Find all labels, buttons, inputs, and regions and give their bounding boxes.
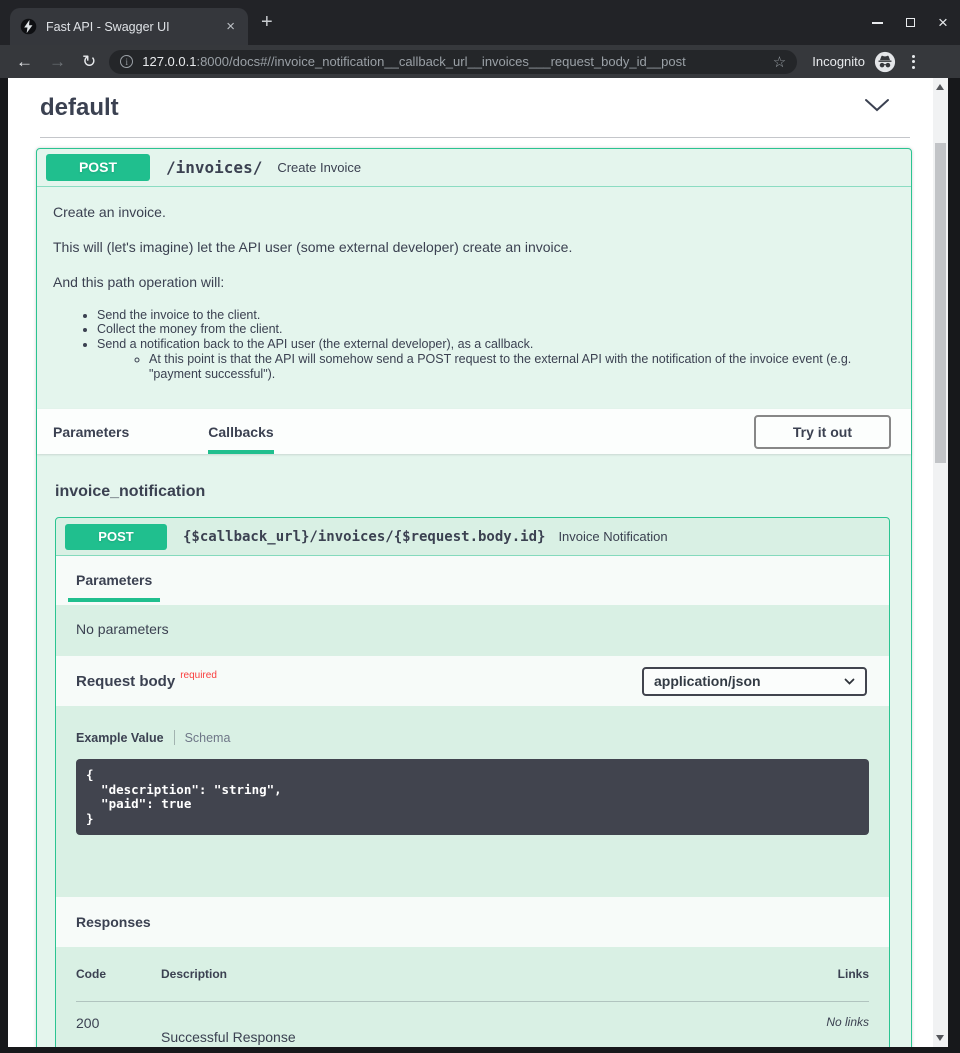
maximize-icon <box>906 18 915 27</box>
chevron-down-icon <box>844 678 855 685</box>
scrollbar[interactable] <box>933 78 948 1047</box>
minimize-icon <box>872 22 883 24</box>
forward-button[interactable]: → <box>49 53 66 70</box>
opblock-path: /invoices/ <box>166 158 262 177</box>
tab-example-value[interactable]: Example Value <box>76 731 164 745</box>
request-body-label: Request body <box>76 673 175 690</box>
menu-dots-button[interactable] <box>909 52 918 72</box>
scrollbar-thumb[interactable] <box>935 143 946 463</box>
response-code: 200 <box>76 1015 161 1045</box>
media-type-select[interactable]: application/json <box>642 667 867 696</box>
browser-window: Fast API - Swagger UI × + × ← → ↻ i 127.… <box>0 0 960 1053</box>
no-parameters-text: No parameters <box>56 605 889 656</box>
column-links: Links <box>779 967 869 981</box>
site-info-icon[interactable]: i <box>120 55 133 68</box>
description-list: Send the invoice to the client. Collect … <box>53 308 895 382</box>
tab-schema[interactable]: Schema <box>185 731 231 745</box>
required-label: required <box>180 670 217 681</box>
example-json: { "description": "string", "paid": true … <box>86 768 859 826</box>
tab-parameters[interactable]: Parameters <box>68 572 160 602</box>
callbacks-section: invoice_notification POST {$callback_url… <box>37 454 911 1047</box>
list-item: Send a notification back to the API user… <box>97 337 895 352</box>
responses-title: Responses <box>76 914 151 930</box>
list-item: Collect the money from the client. <box>97 322 895 337</box>
opblock-summary-text: Create Invoice <box>277 160 361 175</box>
url-path: :8000/docs#//invoice_notification__callb… <box>196 54 685 69</box>
response-description: Successful Response <box>161 1015 779 1045</box>
column-description: Description <box>161 967 779 981</box>
method-badge: POST <box>46 154 150 181</box>
url-host: 127.0.0.1 <box>142 54 196 69</box>
opblock-post-invoices: POST /invoices/ Create Invoice Create an… <box>36 148 912 1047</box>
bookmark-star-icon[interactable]: ☆ <box>773 53 786 71</box>
callback-summary-text: Invoice Notification <box>558 529 667 544</box>
section-title: default <box>40 94 864 122</box>
description-sublist: At this point is that the API will someh… <box>97 352 895 381</box>
maximize-button[interactable] <box>903 15 917 31</box>
incognito-label: Incognito <box>812 54 865 69</box>
fastapi-favicon-icon <box>20 18 37 35</box>
responses-table-head: Code Description Links <box>76 967 869 1002</box>
tab-close-icon[interactable]: × <box>223 19 238 34</box>
try-it-out-button[interactable]: Try it out <box>754 415 891 449</box>
tab-callbacks[interactable]: Callbacks <box>208 409 273 454</box>
media-type-value: application/json <box>654 673 761 689</box>
column-code: Code <box>76 967 161 981</box>
tab-divider <box>174 730 175 745</box>
callback-path: {$callback_url}/invoices/{$request.body.… <box>183 529 545 545</box>
scroll-down-arrow[interactable] <box>936 1035 944 1041</box>
incognito-icon <box>874 51 896 73</box>
list-item: At this point is that the API will someh… <box>149 352 884 381</box>
callback-title: invoice_notification <box>55 483 890 501</box>
response-links: No links <box>779 1015 869 1045</box>
description-paragraph: This will (let's imagine) let the API us… <box>53 238 895 258</box>
minimize-button[interactable] <box>870 15 884 31</box>
new-tab-button[interactable]: + <box>261 11 273 34</box>
opblock-tab-bar: Parameters Callbacks Try it out <box>37 409 911 454</box>
tab-parameters[interactable]: Parameters <box>53 409 129 454</box>
section-header-default[interactable]: default <box>40 78 910 138</box>
example-tab-bar: Example Value Schema <box>76 730 869 745</box>
swagger-page: default POST /invoices/ Create Invoice C… <box>8 78 933 1047</box>
description-paragraph: And this path operation will: <box>53 273 895 293</box>
callback-tab-bar: Parameters <box>56 556 889 605</box>
address-bar[interactable]: i 127.0.0.1:8000/docs#//invoice_notifica… <box>109 50 797 74</box>
list-item: Send the invoice to the client. <box>97 308 895 323</box>
browser-toolbar: ← → ↻ i 127.0.0.1:8000/docs#//invoice_no… <box>0 45 960 78</box>
opblock-callback: POST {$callback_url}/invoices/{$request.… <box>55 517 890 1047</box>
reload-button[interactable]: ↻ <box>82 53 96 70</box>
callback-summary[interactable]: POST {$callback_url}/invoices/{$request.… <box>56 518 889 556</box>
back-button[interactable]: ← <box>16 53 33 70</box>
tab-title: Fast API - Swagger UI <box>46 20 223 34</box>
opblock-description: Create an invoice. This will (let's imag… <box>37 187 911 409</box>
scroll-up-arrow[interactable] <box>936 84 944 90</box>
opblock-summary[interactable]: POST /invoices/ Create Invoice <box>37 149 911 187</box>
responses-header: Responses <box>56 897 889 947</box>
description-paragraph: Create an invoice. <box>53 203 895 223</box>
window-controls: × <box>870 0 950 45</box>
method-badge: POST <box>65 524 167 550</box>
url-text: 127.0.0.1:8000/docs#//invoice_notificati… <box>142 54 765 69</box>
example-code-block: { "description": "string", "paid": true … <box>76 759 869 835</box>
tab-strip: Fast API - Swagger UI × + × <box>0 0 960 45</box>
chevron-down-icon[interactable] <box>864 98 890 117</box>
close-window-button[interactable]: × <box>936 15 950 31</box>
responses-table: Code Description Links 200 Successful Re… <box>56 947 889 1047</box>
table-row: 200 Successful Response No links <box>76 1002 869 1045</box>
request-body-header: Request body required application/json <box>56 656 889 706</box>
browser-tab[interactable]: Fast API - Swagger UI × <box>10 8 248 45</box>
example-section: Example Value Schema { "description": "s… <box>56 706 889 897</box>
